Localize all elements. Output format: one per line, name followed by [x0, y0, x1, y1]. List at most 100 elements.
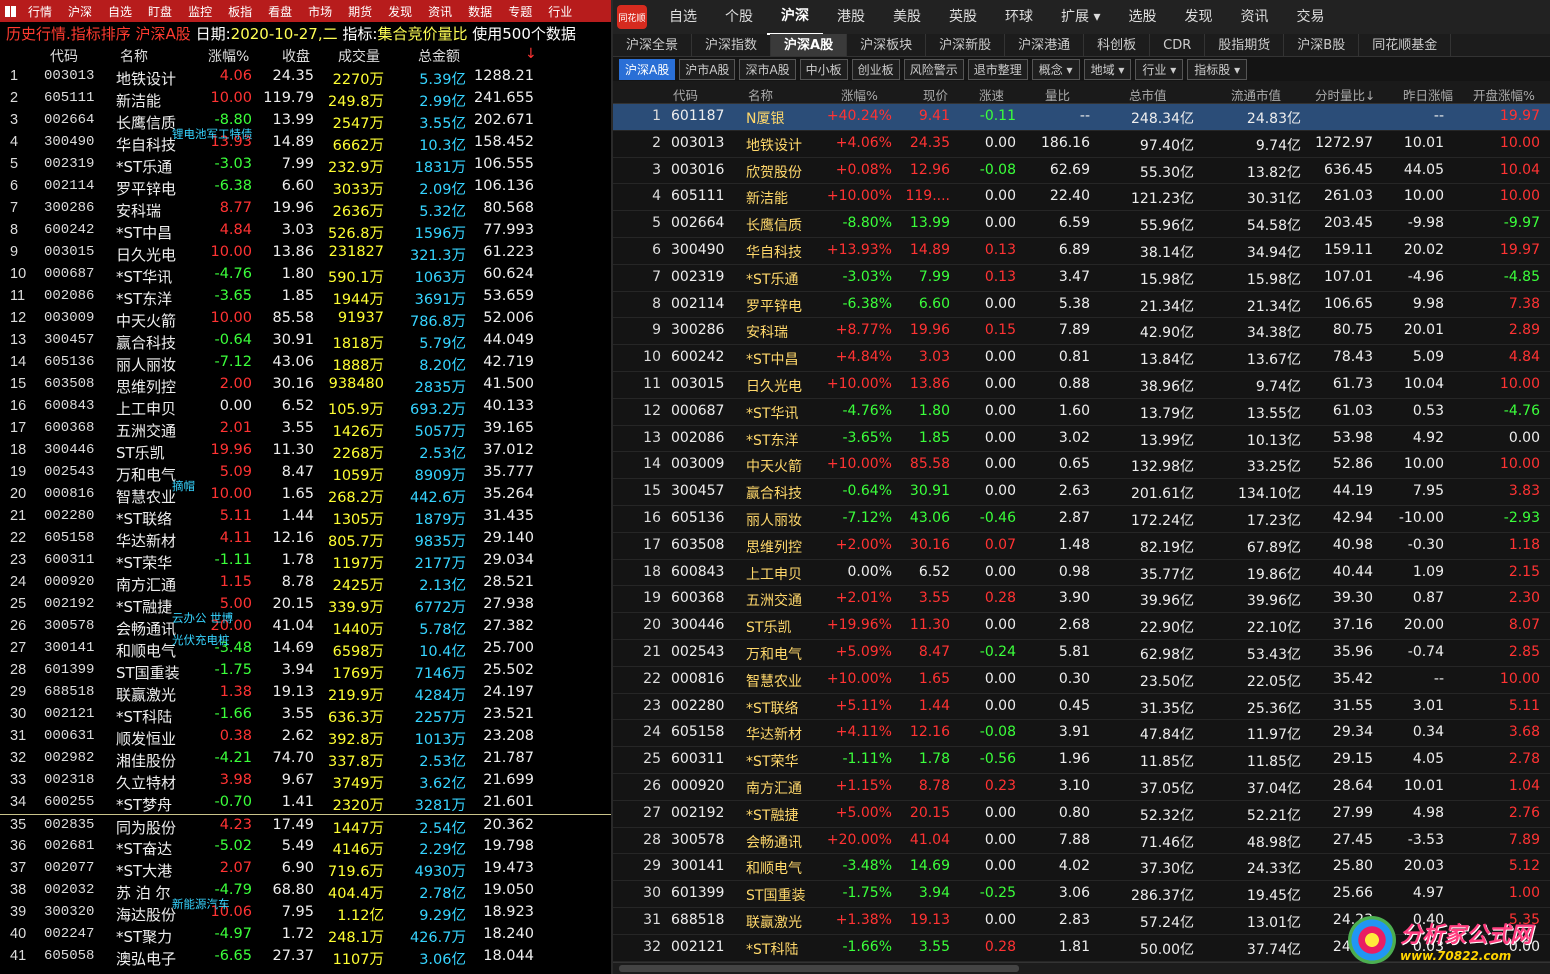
- table-row[interactable]: 6 002114 罗平锌电 -6.38 6.60 3033万 2.09亿 106.136: [0, 176, 611, 198]
- table-row[interactable]: 5 002664 长鹰信质 -8.80% 13.99 0.00 6.59 55.96亿 54.5…: [613, 211, 1550, 238]
- table-row[interactable]: 1 003013 地铁设计 4.06 24.35 2270万 5.39亿 1288.21: [0, 66, 611, 88]
- top-tab[interactable]: 交易: [1282, 0, 1338, 34]
- table-row[interactable]: 37 002077 *ST大港 2.07 6.90 719.6万 4930万 19.473: [0, 858, 611, 880]
- table-row[interactable]: 11 003015 日久光电 +10.00% 13.86 0.00 0.88 38.96亿 9.…: [613, 372, 1550, 399]
- table-row[interactable]: 2 605111 新洁能 10.00 119.79 249.8万 2.99亿 241.655: [0, 88, 611, 110]
- table-row[interactable]: 23 002280 *ST联络 +5.11% 1.44 0.00 0.45 31.35亿 25.…: [613, 694, 1550, 721]
- table-row[interactable]: 8 600242 *ST中昌 4.84 3.03 526.8万 1596万 77.993: [0, 220, 611, 242]
- column-header[interactable]: 现价: [923, 85, 948, 104]
- top-tab[interactable]: 资讯: [1226, 0, 1282, 34]
- table-row[interactable]: 13 002086 *ST东洋 -3.65% 1.85 0.00 3.02 13.99亿 10.…: [613, 426, 1550, 453]
- sub-tab[interactable]: 沪深A股: [771, 34, 848, 56]
- table-row[interactable]: 26 300578 会畅通讯 20.00 41.04 1440万 5.78亿 27.382 云办…: [0, 611, 611, 638]
- column-header[interactable]: ↓: [525, 46, 537, 62]
- table-row[interactable]: 12 003009 中天火箭 10.00 85.58 91937 786.8万 52.006: [0, 308, 611, 330]
- table-row[interactable]: 11 002086 *ST东洋 -3.65 1.85 1944万 3691万 53.659: [0, 286, 611, 308]
- table-row[interactable]: 18 300446 ST乐凯 19.96 11.30 2268万 2.53亿 37.012: [0, 440, 611, 462]
- index-value[interactable]: 集合竞价量比: [377, 23, 467, 44]
- table-row[interactable]: 40 002247 *ST聚力 -4.97 1.72 248.1万 426.7万 18.240: [0, 924, 611, 946]
- sub-tab[interactable]: 沪深新股: [926, 34, 1006, 56]
- column-header[interactable]: 名称: [120, 46, 148, 66]
- table-row[interactable]: 25 002192 *ST融捷 5.00 20.15 339.9万 6772万 27.938: [0, 594, 611, 616]
- table-row[interactable]: 21 002543 万和电气 +5.09% 8.47 -0.24 5.81 62.98亿 53.…: [613, 640, 1550, 667]
- table-row[interactable]: 36 002681 *ST奋达 -5.02 5.49 4146万 2.29亿 19.798: [0, 836, 611, 858]
- table-row[interactable]: 13 300457 赢合科技 -0.64 30.91 1818万 5.79亿 44.049: [0, 330, 611, 352]
- table-row[interactable]: 30 002121 *ST科陆 -1.66 3.55 636.3万 2257万 23.521: [0, 704, 611, 726]
- table-row[interactable]: 34 600255 *ST梦舟 -0.70 1.41 2320万 3281万 21.601: [0, 792, 611, 814]
- column-header[interactable]: 名称: [748, 85, 773, 104]
- menu-item[interactable]: 期货: [340, 3, 380, 20]
- table-row[interactable]: 28 300578 会畅通讯 +20.00% 41.04 0.00 7.88 71.46亿 48…: [613, 828, 1550, 855]
- table-row[interactable]: 24 000920 南方汇通 1.15 8.78 2425万 2.13亿 28.521: [0, 572, 611, 594]
- table-row[interactable]: 41 605058 澳弘电子 -6.65 27.37 1107万 3.06亿 18.044: [0, 946, 611, 968]
- table-row[interactable]: 22 605158 华达新材 4.11 12.16 805.7万 9835万 29.140: [0, 528, 611, 550]
- table-row[interactable]: 12 000687 *ST华讯 -4.76% 1.80 0.00 1.60 13.79亿 13.…: [613, 399, 1550, 426]
- menu-item[interactable]: 资讯: [420, 3, 460, 20]
- table-row[interactable]: 38 002032 苏 泊 尔 -4.79 68.80 404.4万 2.78亿 19.050: [0, 880, 611, 902]
- table-row[interactable]: 15 300457 赢合科技 -0.64% 30.91 0.00 2.63 201.61亿 13…: [613, 479, 1550, 506]
- top-tab[interactable]: 港股: [823, 0, 879, 34]
- table-row[interactable]: 10 600242 *ST中昌 +4.84% 3.03 0.00 0.81 13.84亿 13.…: [613, 345, 1550, 372]
- table-row[interactable]: 35 002835 同为股份 4.23 17.49 1447万 2.54亿 20.362: [0, 814, 611, 837]
- column-header[interactable]: 涨速: [979, 85, 1004, 104]
- table-row[interactable]: 30 601399 ST国重装 -1.75% 3.94 -0.25 3.06 286.37亿 1…: [613, 881, 1550, 908]
- table-row[interactable]: 23 600311 *ST荣华 -1.11 1.78 1197万 2177万 29.034: [0, 550, 611, 572]
- filter-button[interactable]: 深市A股: [739, 58, 796, 80]
- table-row[interactable]: 33 002318 久立特材 3.98 9.67 3749万 3.62亿 21.699: [0, 770, 611, 792]
- top-tab[interactable]: 发现: [1170, 0, 1226, 34]
- grid-menu-icon[interactable]: [0, 0, 20, 22]
- column-header[interactable]: 成交量: [338, 46, 380, 66]
- table-row[interactable]: 8 002114 罗平锌电 -6.38% 6.60 0.00 5.38 21.34亿 21.34…: [613, 292, 1550, 319]
- top-tab[interactable]: 个股: [711, 0, 767, 34]
- column-header[interactable]: 总市值: [1129, 85, 1167, 104]
- sub-tab[interactable]: CDR: [1150, 34, 1206, 56]
- table-row[interactable]: 18 600843 上工申贝 0.00% 6.52 0.00 0.98 35.77亿 19.86…: [613, 560, 1550, 587]
- table-row[interactable]: 29 688518 联赢激光 1.38 19.13 219.9万 4284万 24.197: [0, 682, 611, 704]
- table-row[interactable]: 31 000631 顺发恒业 0.38 2.62 392.8万 1013万 23.208: [0, 726, 611, 748]
- table-row[interactable]: 24 605158 华达新材 +4.11% 12.16 -0.08 3.91 47.84亿 11…: [613, 720, 1550, 748]
- table-row[interactable]: 3 002664 长鹰信质 -8.80 13.99 2547万 3.55亿 202.671: [0, 110, 611, 132]
- menu-item[interactable]: 盯盘: [140, 3, 180, 20]
- table-row[interactable]: 7 300286 安科瑞 8.77 19.96 2636万 5.32亿 80.568: [0, 198, 611, 220]
- menu-item[interactable]: 监控: [180, 3, 220, 20]
- top-tab[interactable]: 扩展 ▾: [1047, 0, 1114, 34]
- sub-tab[interactable]: 同花顺基金: [1359, 34, 1452, 56]
- table-row[interactable]: 1 601187 N厦银 +40.24% 9.41 -0.11 -- 248.34亿 24.83…: [613, 104, 1550, 131]
- table-row[interactable]: 27 002192 *ST融捷 +5.00% 20.15 0.00 0.80 52.32亿 52…: [613, 801, 1550, 828]
- table-row[interactable]: 14 003009 中天火箭 +10.00% 85.58 0.00 0.65 132.98亿 3…: [613, 452, 1550, 480]
- menu-item[interactable]: 数据: [460, 3, 500, 20]
- table-row[interactable]: 14 605136 丽人丽妆 -7.12 43.06 1888万 8.20亿 42.719: [0, 352, 611, 374]
- table-row[interactable]: 4 605111 新洁能 +10.00% 119.... 0.00 22.40 121.23亿…: [613, 184, 1550, 212]
- table-row[interactable]: 16 600843 上工申贝 0.00 6.52 105.9万 693.2万 40.133: [0, 396, 611, 418]
- table-row[interactable]: 7 002319 *ST乐通 -3.03% 7.99 0.13 3.47 15.98亿 15.9…: [613, 265, 1550, 292]
- table-row[interactable]: 29 300141 和顺电气 -3.48% 14.69 0.00 4.02 37.30亿 24.…: [613, 854, 1550, 882]
- column-header[interactable]: 量比: [1045, 85, 1070, 104]
- filter-dropdown[interactable]: 指标股 ▾: [1187, 58, 1248, 80]
- table-row[interactable]: 20 000816 智慧农业 10.00 1.65 268.2万 442.6万 35.264 摘…: [0, 479, 611, 506]
- column-header[interactable]: 开盘涨幅%: [1473, 85, 1535, 104]
- sub-tab[interactable]: 沪深B股: [1284, 34, 1360, 56]
- menu-item[interactable]: 行情: [20, 3, 60, 20]
- table-row[interactable]: 15 603508 思维列控 2.00 30.16 938480 2835万 41.500: [0, 374, 611, 396]
- menu-item[interactable]: 行业: [540, 3, 580, 20]
- filter-dropdown[interactable]: 概念 ▾: [1031, 58, 1080, 80]
- sub-tab[interactable]: 沪深全景: [613, 34, 693, 56]
- table-row[interactable]: 22 000816 智慧农业 +10.00% 1.65 0.00 0.30 23.50亿 22.…: [613, 667, 1550, 694]
- menu-item[interactable]: 看盘: [260, 3, 300, 20]
- top-tab[interactable]: 环球: [991, 0, 1047, 34]
- menu-item[interactable]: 专题: [500, 3, 540, 20]
- top-tab[interactable]: 沪深: [767, 0, 823, 35]
- menu-item[interactable]: 市场: [300, 3, 340, 20]
- table-row[interactable]: 2 003013 地铁设计 +4.06% 24.35 0.00 186.16 97.40亿 9.…: [613, 131, 1550, 158]
- menu-item[interactable]: 自选: [100, 3, 140, 20]
- table-row[interactable]: 17 600368 五洲交通 2.01 3.55 1426万 5057万 39.165: [0, 418, 611, 440]
- table-row[interactable]: 32 002982 湘佳股份 -4.21 74.70 337.8万 2.53亿 21.787: [0, 748, 611, 770]
- top-tab[interactable]: 英股: [935, 0, 991, 34]
- column-header[interactable]: 代码: [673, 85, 698, 104]
- filter-button[interactable]: 风险警示: [903, 58, 964, 80]
- column-header[interactable]: 收盘: [282, 46, 310, 66]
- table-row[interactable]: 5 002319 *ST乐通 -3.03 7.99 232.9万 1831万 106.555: [0, 154, 611, 176]
- table-row[interactable]: 39 300320 海达股份 10.06 7.95 1.12亿 9.29亿 18.923 新能源…: [0, 897, 611, 924]
- filter-dropdown[interactable]: 行业 ▾: [1135, 58, 1184, 80]
- table-row[interactable]: 26 000920 南方汇通 +1.15% 8.78 0.23 3.10 37.05亿 37.0…: [613, 774, 1550, 801]
